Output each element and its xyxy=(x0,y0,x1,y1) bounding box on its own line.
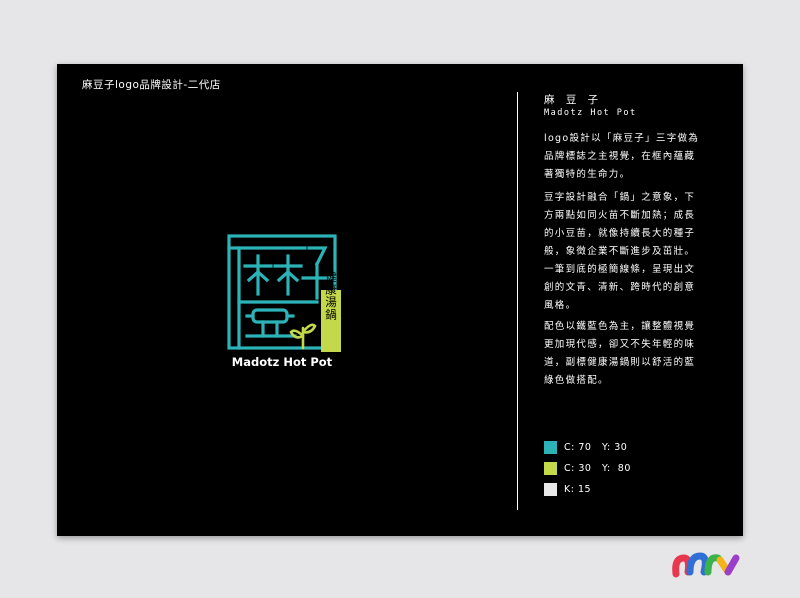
swatch-row: C: 70 Y: 30 xyxy=(544,437,631,458)
swatch-label: C: 30 Y: 80 xyxy=(564,463,631,474)
vertical-divider xyxy=(517,92,518,510)
color-swatches: C: 70 Y: 30 C: 30 Y: 80 K: 15 xyxy=(544,437,631,500)
swatch-light-gray xyxy=(544,483,557,496)
brand-name: 麻 豆 子 xyxy=(544,94,603,106)
swatch-lime xyxy=(544,462,557,475)
logo-wordmark: Madotz Hot Pot xyxy=(232,355,333,369)
logo-badge-text: 健康湯鍋 xyxy=(324,271,338,321)
swatch-label: K: 15 xyxy=(564,484,592,495)
swatch-row: C: 30 Y: 80 xyxy=(544,458,631,479)
brand-english-name: Madotz Hot Pot xyxy=(544,108,637,118)
description-paragraph-1: logo設計以「麻豆子」三字做為 品牌標誌之主視覺，在框內蘊藏 著獨特的生命力。 xyxy=(544,133,700,180)
madotz-logo: 健康湯鍋 Madotz Hot Pot xyxy=(227,234,341,369)
swatch-teal xyxy=(544,441,557,454)
card-title: 麻豆子logo品牌設計-二代店 xyxy=(82,79,221,91)
description-column: 麻 豆 子 Madotz Hot Pot logo設計以「麻豆子」三字做為 品牌… xyxy=(544,92,734,496)
presentation-card: 麻豆子logo品牌設計-二代店 健康湯鍋 Madotz Hot Pot 麻 豆 … xyxy=(57,64,743,536)
swatch-row: K: 15 xyxy=(544,479,631,500)
studio-watermark-logo xyxy=(672,552,740,578)
swatch-label: C: 70 Y: 30 xyxy=(564,442,628,453)
description-paragraph-3: 配色以鐵藍色為主，讓整體視覺 更加現代感，卻又不失年輕的味 道，副標健康湯鍋則以… xyxy=(544,321,696,386)
logo-frame xyxy=(227,234,337,350)
description-paragraph-2: 豆字設計融合「鍋」之意象，下 方兩點如同火苗不斷加熱；成長 的小豆苗，就像持續長… xyxy=(544,192,696,311)
